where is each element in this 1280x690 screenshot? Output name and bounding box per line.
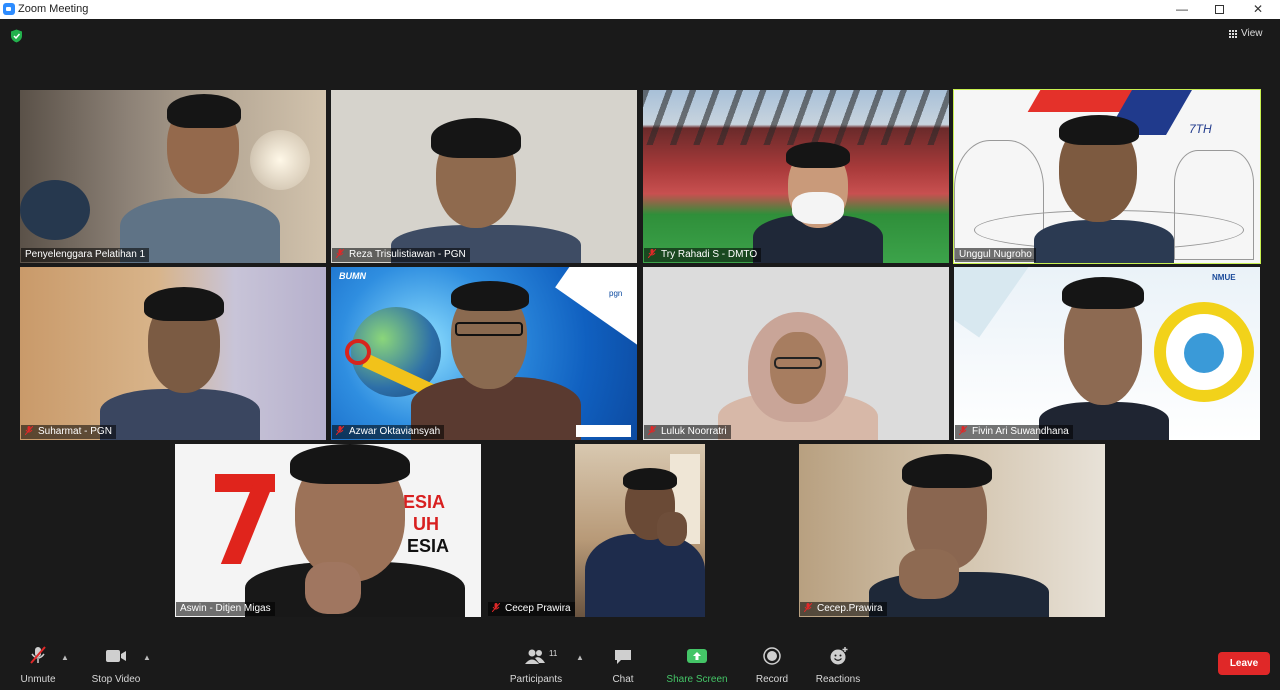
face-mask — [792, 192, 844, 224]
video-tile[interactable]: Cecep Prawira — [487, 444, 793, 617]
bumn-logo: BUMN — [339, 271, 366, 281]
maximize-icon — [1214, 5, 1224, 14]
participant-name-tag: Azwar Oktaviansyah — [332, 425, 445, 439]
view-button[interactable]: View — [1228, 25, 1263, 43]
glasses — [774, 357, 822, 369]
record-label: Record — [755, 674, 789, 685]
hand — [657, 512, 687, 546]
share-screen-icon — [687, 649, 707, 663]
muted-mic-icon — [648, 426, 656, 435]
participant-name-tag: Cecep.Prawira — [800, 602, 887, 616]
muted-mic-icon — [804, 603, 812, 612]
record-icon — [763, 647, 781, 665]
window-title: Zoom Meeting — [18, 3, 89, 15]
share-screen-button[interactable]: Share Screen — [664, 641, 730, 687]
video-tile[interactable]: Luluk Noorratri — [643, 267, 949, 440]
minimize-button[interactable]: — — [1162, 0, 1202, 19]
title-bar: Zoom Meeting — ✕ — [0, 0, 1280, 19]
glasses — [455, 322, 523, 336]
video-tile[interactable]: BUMN pgn Azwar Oktaviansyah — [331, 267, 637, 440]
maximize-button[interactable] — [1199, 0, 1239, 19]
valve-wheel — [345, 339, 371, 365]
video-tile[interactable]: Cecep.Prawira — [799, 444, 1105, 617]
muted-mic-icon — [30, 646, 46, 664]
nmue-logo: NMUE — [1212, 273, 1236, 282]
reactions-label: Reactions — [815, 674, 861, 685]
record-button[interactable]: Record — [750, 641, 794, 687]
zoom-app-icon — [3, 3, 15, 15]
stadium-roof — [643, 90, 949, 145]
ri76-text-2: UH — [413, 514, 439, 534]
participant-name-tag: Try Rahadi S - DMTO — [644, 248, 762, 262]
stop-video-button[interactable]: Stop Video — [88, 641, 144, 687]
muted-mic-icon — [25, 426, 33, 435]
video-tile[interactable]: Try Rahadi S - DMTO — [643, 90, 949, 263]
leave-button[interactable]: Leave — [1218, 652, 1270, 675]
participants-label: Participants — [509, 674, 563, 685]
video-tile[interactable]: Suharmat - PGN — [20, 267, 326, 440]
participant-name-tag: Reza Trisulistiawan - PGN — [332, 248, 470, 262]
shield-icon[interactable] — [10, 29, 23, 43]
chat-button[interactable]: Chat — [603, 641, 643, 687]
video-tile[interactable]: Penyelenggara Pelatihan 1 — [20, 90, 326, 263]
muted-mic-icon — [959, 426, 967, 435]
ri76-text-3: ESIA — [407, 536, 450, 556]
video-tile[interactable]: Reza Trisulistiawan - PGN — [331, 90, 637, 263]
seventh-mark: 7TH — [1189, 122, 1212, 136]
contact-card — [576, 425, 631, 437]
video-tile-active-speaker[interactable]: 7TH Unggul Nugroho — [953, 89, 1261, 264]
participant-name-tag: Cecep Prawira — [488, 602, 575, 616]
muted-mic-icon — [492, 603, 500, 612]
video-tile[interactable]: ESIA UH ESIA Aswin - Ditjen Migas — [175, 444, 481, 617]
participants-options-caret[interactable]: ▲ — [576, 653, 584, 662]
participant-name-tag: Penyelenggara Pelatihan 1 — [21, 248, 150, 262]
view-label: View — [1241, 28, 1263, 39]
muted-mic-icon — [336, 249, 344, 258]
blue-object — [20, 180, 90, 240]
infographic-center — [1184, 333, 1224, 373]
reactions-button[interactable]: Reactions — [812, 641, 864, 687]
participant-name-tag: Aswin - Ditjen Migas — [176, 602, 275, 616]
participant-name-tag: Luluk Noorratri — [644, 425, 731, 439]
participants-icon — [525, 649, 545, 664]
participants-button[interactable]: 11 Participants — [506, 641, 566, 687]
grid-view-icon — [1229, 30, 1238, 38]
participant-name-tag: Suharmat - PGN — [21, 425, 116, 439]
chat-bubble-icon — [615, 650, 631, 664]
chat-label: Chat — [612, 674, 634, 685]
unmute-button[interactable]: Unmute — [14, 641, 62, 687]
video-tile[interactable]: NMUE Fivin Ari Suwandhana — [954, 267, 1260, 440]
audio-options-caret[interactable]: ▲ — [61, 653, 69, 662]
video-options-caret[interactable]: ▲ — [143, 653, 151, 662]
pgn-logo: pgn — [609, 289, 623, 298]
participants-count: 11 — [549, 649, 558, 658]
video-feed — [575, 444, 705, 617]
hand — [305, 562, 361, 614]
video-camera-icon — [106, 650, 126, 662]
ri76-text-1: ESIA — [403, 492, 446, 512]
hand — [899, 549, 959, 599]
muted-mic-icon — [336, 426, 344, 435]
participant-name-tag: Fivin Ari Suwandhana — [955, 425, 1073, 439]
lamp-glow — [250, 130, 310, 190]
participant-name-tag: Unggul Nugroho — [955, 248, 1036, 262]
smiley-add-icon — [830, 647, 848, 665]
stop-video-label: Stop Video — [91, 674, 141, 685]
share-screen-label: Share Screen — [666, 674, 728, 685]
close-button[interactable]: ✕ — [1238, 0, 1278, 19]
meeting-toolbar: Unmute ▲ Stop Video ▲ 11 Participants ▲ … — [0, 637, 1280, 690]
muted-mic-icon — [648, 249, 656, 258]
unmute-label: Unmute — [20, 674, 56, 685]
